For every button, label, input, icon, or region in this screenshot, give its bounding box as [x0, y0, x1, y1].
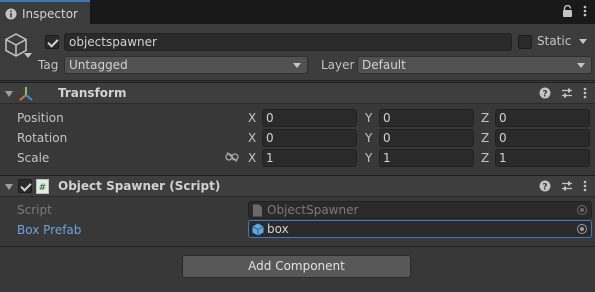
tab-bar: Inspector	[0, 0, 595, 25]
rotation-y-field[interactable]: 0	[379, 129, 474, 147]
object-picker-icon	[577, 205, 587, 215]
rotation-label: Rotation	[17, 131, 68, 145]
active-checkbox[interactable]	[45, 35, 59, 49]
layer-dropdown-value: Default	[362, 58, 406, 72]
object-spawner-header[interactable]: # Object Spawner (Script) ?	[0, 175, 595, 197]
box-prefab-label: Box Prefab	[17, 223, 82, 237]
transform-header[interactable]: Transform ?	[0, 82, 595, 104]
rotation-z-field[interactable]: 0	[495, 129, 590, 147]
chevron-down-icon	[577, 63, 585, 68]
box-prefab-value: box	[267, 222, 289, 236]
layer-label: Layer	[321, 58, 355, 72]
kebab-menu-icon[interactable]	[583, 180, 587, 192]
script-icon: #	[36, 179, 49, 194]
icon-dropdown-arrow-icon[interactable]	[24, 53, 32, 58]
constrain-proportions-link-icon[interactable]	[225, 152, 239, 162]
add-component-button[interactable]: Add Component	[182, 255, 411, 278]
axis-x-label[interactable]: X	[248, 111, 256, 125]
presets-sliders-icon[interactable]	[561, 180, 573, 192]
static-checkbox[interactable]	[518, 35, 532, 49]
rotation-x-field[interactable]: 0	[262, 129, 357, 147]
name-field[interactable]: objectspawner	[64, 33, 512, 51]
component-enabled-checkbox[interactable]	[18, 179, 32, 193]
axis-y-label[interactable]: Y	[365, 111, 372, 125]
scale-z-field[interactable]: 1	[495, 149, 590, 167]
object-spawner-title: Object Spawner (Script)	[58, 179, 221, 193]
axis-y-label[interactable]: Y	[365, 131, 372, 145]
transform-title: Transform	[58, 86, 127, 100]
axis-z-label[interactable]: Z	[481, 131, 489, 145]
position-y-field[interactable]: 0	[379, 109, 474, 127]
scale-label: Scale	[17, 151, 50, 165]
tab-label: Inspector	[22, 6, 78, 21]
scale-y-field[interactable]: 1	[379, 149, 474, 167]
tab-inspector[interactable]: Inspector	[0, 0, 90, 25]
object-picker-icon[interactable]	[577, 224, 587, 234]
axis-z-label[interactable]: Z	[481, 151, 489, 165]
tag-dropdown[interactable]: Untagged	[64, 56, 308, 74]
prefab-cube-icon	[252, 223, 264, 236]
foldout-arrow-icon[interactable]	[5, 91, 13, 97]
divider	[0, 246, 595, 247]
position-label: Position	[17, 111, 64, 125]
gameobject-header: objectspawner Static Tag Untagged Layer …	[0, 25, 595, 81]
axis-x-label[interactable]: X	[248, 151, 256, 165]
kebab-menu-icon[interactable]	[583, 5, 587, 17]
axis-y-label[interactable]: Y	[365, 151, 372, 165]
static-dropdown-arrow-icon[interactable]	[579, 39, 587, 44]
position-z-field[interactable]: 0	[495, 109, 590, 127]
lock-icon[interactable]	[562, 5, 573, 17]
svg-text:?: ?	[542, 182, 547, 192]
static-label: Static	[537, 34, 572, 48]
tag-label: Tag	[38, 58, 59, 72]
script-field: ObjectSpawner	[248, 201, 592, 219]
position-x-field[interactable]: 0	[262, 109, 357, 127]
foldout-arrow-icon[interactable]	[5, 184, 13, 190]
svg-text:?: ?	[542, 89, 547, 99]
help-icon[interactable]: ?	[539, 180, 551, 192]
script-file-icon	[253, 204, 262, 217]
layer-dropdown[interactable]: Default	[357, 56, 592, 74]
info-icon	[5, 8, 17, 19]
presets-sliders-icon[interactable]	[561, 87, 573, 99]
tag-dropdown-value: Untagged	[69, 58, 128, 72]
axis-x-label[interactable]: X	[248, 131, 256, 145]
scale-x-field[interactable]: 1	[262, 149, 357, 167]
box-prefab-field[interactable]: box	[248, 220, 592, 238]
script-label: Script	[17, 203, 52, 217]
transform-icon	[19, 87, 33, 101]
chevron-down-icon	[293, 63, 301, 68]
help-icon[interactable]: ?	[539, 87, 551, 99]
kebab-menu-icon[interactable]	[583, 87, 587, 99]
svg-text:#: #	[39, 183, 47, 193]
script-field-value: ObjectSpawner	[267, 203, 359, 217]
axis-z-label[interactable]: Z	[481, 111, 489, 125]
